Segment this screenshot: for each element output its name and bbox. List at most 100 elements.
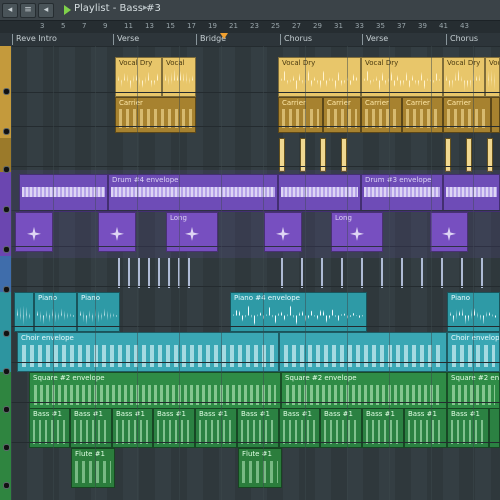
ruler-tick-label: 29 — [313, 22, 322, 30]
pattern-clip[interactable]: Flute #1 — [238, 448, 282, 488]
ruler-tick-label: 9 — [103, 22, 108, 30]
bar-gridline — [53, 46, 54, 500]
track-mute-led[interactable] — [3, 88, 10, 95]
track-mute-led[interactable] — [3, 246, 10, 253]
hat-hit[interactable] — [138, 258, 140, 288]
hat-hit[interactable] — [301, 258, 303, 288]
pattern-clip[interactable]: Carrier — [323, 97, 361, 133]
track-divider — [11, 126, 500, 127]
clip-label: Flute #1 — [242, 450, 273, 458]
clip-label: Vocal Dry — [447, 59, 481, 67]
pattern-notes — [33, 420, 66, 444]
pattern-clip[interactable] — [491, 97, 500, 133]
title-arrow-icon[interactable]: ▸ — [143, 3, 148, 13]
clip-label: Bass #1 — [74, 410, 103, 418]
ruler-tick-label: 37 — [397, 22, 406, 30]
pattern-notes — [75, 461, 111, 483]
pattern-notes — [116, 420, 149, 444]
hat-hit[interactable] — [421, 258, 423, 288]
marker-intro[interactable]: Reve Intro — [12, 34, 57, 45]
pattern-clip[interactable]: Carrier — [361, 97, 402, 133]
hat-hit[interactable] — [158, 258, 160, 288]
waveform — [118, 69, 159, 92]
hat-hit[interactable] — [361, 258, 363, 288]
pattern-clip[interactable]: Choir envelope — [17, 332, 279, 372]
hat-hit[interactable] — [148, 258, 150, 288]
clip-label: Bass #1 — [451, 410, 480, 418]
ruler-tick-label: 41 — [439, 22, 448, 30]
hat-hit[interactable] — [168, 258, 170, 288]
track-mute-led[interactable] — [3, 286, 10, 293]
hat-hit[interactable] — [441, 258, 443, 288]
hat-hit[interactable] — [118, 258, 120, 288]
clip-label: Carrier — [447, 99, 471, 107]
ruler-tick-label: 23 — [250, 22, 259, 30]
marker-verse[interactable]: Verse — [113, 34, 139, 45]
playhead-icon[interactable] — [220, 33, 228, 39]
playlist-grid[interactable]: Vocal Dry Vocal Vocal Dry Vocal Dry Voca… — [11, 46, 500, 500]
hat-hit[interactable] — [281, 258, 283, 288]
track-mute-led[interactable] — [3, 368, 10, 375]
audio-clip[interactable]: Voca — [485, 57, 500, 97]
track-mute-led[interactable] — [3, 166, 10, 173]
track-mute-led[interactable] — [3, 482, 10, 489]
clip-label: Long — [335, 214, 352, 222]
clip-label: Bass #1 — [157, 410, 186, 418]
hat-hit[interactable] — [321, 258, 323, 288]
hat-hit[interactable] — [128, 258, 130, 288]
clip-label: Bass #1 — [366, 410, 395, 418]
pattern-notes — [284, 345, 442, 367]
clip-label: Vocal Dry — [282, 59, 316, 67]
bar-gridline — [473, 46, 474, 500]
collapse-button[interactable]: ◂ — [2, 3, 18, 18]
hat-hit[interactable] — [381, 258, 383, 288]
clip-label: Square #2 envelope — [285, 374, 357, 382]
pattern-clip[interactable]: Square #2 envelope — [29, 372, 281, 410]
pattern-clip[interactable]: Carrier — [402, 97, 443, 133]
pattern-notes — [157, 420, 191, 444]
automation-curve — [22, 187, 105, 197]
audio-clip[interactable]: Vocal Dry — [115, 57, 162, 97]
ruler-tick-label: 5 — [61, 22, 66, 30]
pattern-clip[interactable]: Carrier — [115, 97, 196, 133]
automation-clip[interactable] — [278, 174, 361, 212]
marker-chorus-2[interactable]: Chorus — [446, 34, 478, 45]
pattern-clip[interactable]: Flute #1 — [71, 448, 115, 488]
back-button[interactable]: ◂ — [38, 3, 54, 18]
track-mute-led[interactable] — [3, 444, 10, 451]
automation-clip[interactable]: Drum #4 envelope — [108, 174, 278, 212]
audio-clip[interactable]: Vocal Dry — [278, 57, 361, 97]
hat-hit[interactable] — [461, 258, 463, 288]
track-divider — [11, 326, 500, 327]
marker-verse-2[interactable]: Verse — [362, 34, 388, 45]
pattern-clip[interactable]: Carrier — [443, 97, 491, 133]
automation-curve — [111, 187, 275, 197]
automation-clip[interactable] — [443, 174, 500, 212]
clip-label: Choir envelope — [451, 334, 500, 342]
timeline-ruler[interactable]: 3 5 7 9 11 13 15 17 19 21 23 25 27 29 31 33 35 37 39 41 43 — [0, 21, 500, 33]
waveform — [37, 305, 74, 326]
marker-lane[interactable]: Reve Intro Verse Bridge Chorus Verse Cho… — [0, 33, 500, 46]
track-mute-led[interactable] — [3, 330, 10, 337]
waveform — [17, 305, 31, 326]
audio-clip[interactable]: Vocal Dry — [443, 57, 485, 97]
sample-shape-icon — [110, 226, 124, 241]
track-divider — [11, 92, 500, 93]
track-mute-led[interactable] — [3, 206, 10, 213]
ruler-tick-label: 27 — [292, 22, 301, 30]
automation-curve — [364, 187, 440, 197]
track-mute-led[interactable] — [3, 128, 10, 135]
hat-hit[interactable] — [188, 258, 190, 288]
ruler-tick-label: 25 — [271, 22, 280, 30]
ruler-tick-label: 7 — [82, 22, 87, 30]
marker-chorus[interactable]: Chorus — [280, 34, 312, 45]
hat-hit[interactable] — [341, 258, 343, 288]
track-mute-led[interactable] — [3, 406, 10, 413]
pattern-notes — [366, 420, 400, 444]
pattern-clip[interactable]: Carrier — [278, 97, 323, 133]
hat-hit[interactable] — [401, 258, 403, 288]
play-icon[interactable] — [64, 5, 71, 15]
ruler-tick-label: 43 — [460, 22, 469, 30]
menu-button[interactable]: ≡ — [20, 3, 36, 18]
hat-hit[interactable] — [481, 258, 483, 288]
